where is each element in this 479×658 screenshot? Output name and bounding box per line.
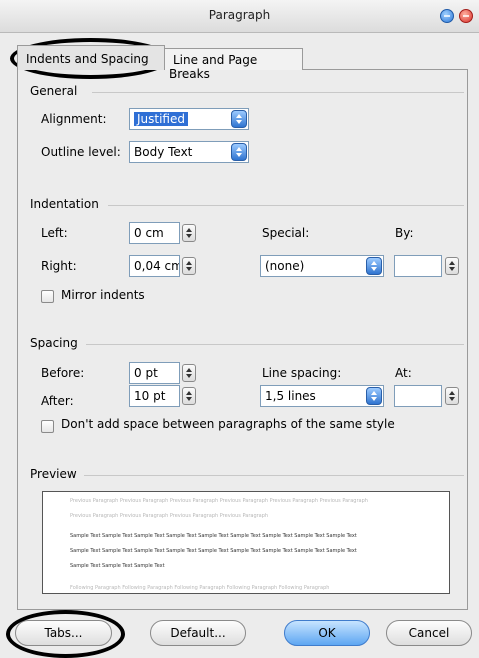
by-stepper[interactable]: [445, 257, 459, 275]
mirror-indents-label: Mirror indents: [61, 288, 145, 302]
left-indent-stepper[interactable]: [182, 224, 196, 242]
after-input[interactable]: 10 pt: [129, 385, 180, 407]
chevron-updown-icon: [231, 143, 247, 161]
section-preview: Preview: [30, 467, 77, 481]
before-input[interactable]: 0 pt: [129, 362, 180, 384]
preview-sample-line: Sample Text Sample Text Sample Text: [70, 563, 165, 569]
after-label: After:: [41, 394, 74, 408]
outline-level-value: Body Text: [134, 145, 193, 159]
at-stepper[interactable]: [445, 387, 459, 405]
chevron-updown-icon: [231, 110, 247, 128]
section-divider: [86, 344, 464, 345]
by-label: By:: [395, 226, 414, 240]
close-button[interactable]: [459, 9, 473, 23]
preview-previous-line: Previous Paragraph Previous Paragraph Pr…: [70, 498, 368, 504]
preview-following-line: Following Paragraph Following Paragraph …: [70, 585, 330, 591]
at-input[interactable]: [394, 385, 442, 407]
paragraph-dialog: Paragraph Line and Page Breaks Indents a…: [0, 0, 479, 658]
special-select[interactable]: (none): [260, 255, 384, 277]
section-general: General: [30, 84, 78, 98]
left-indent-input[interactable]: 0 cm: [129, 222, 180, 244]
default-button[interactable]: Default...: [150, 620, 246, 646]
cancel-button[interactable]: Cancel: [386, 620, 472, 646]
minimize-button[interactable]: [440, 9, 454, 23]
alignment-value: Justified: [134, 112, 188, 126]
mirror-indents-checkbox[interactable]: [41, 290, 54, 303]
outline-level-select[interactable]: Body Text: [129, 141, 249, 163]
special-value: (none): [265, 259, 305, 273]
title-bar: Paragraph: [0, 0, 479, 33]
at-label: At:: [395, 366, 412, 380]
after-stepper[interactable]: [182, 387, 196, 405]
preview-sample-line: Sample Text Sample Text Sample Text Samp…: [70, 548, 357, 554]
chevron-updown-icon: [366, 257, 382, 275]
special-label: Special:: [262, 226, 310, 240]
alignment-label: Alignment:: [41, 112, 107, 126]
chevron-updown-icon: [366, 387, 382, 405]
section-indentation: Indentation: [30, 197, 99, 211]
annotation-circle-tabs-button: [6, 610, 125, 658]
right-indent-stepper[interactable]: [182, 257, 196, 275]
tab-line-and-page-breaks[interactable]: Line and Page Breaks: [160, 48, 303, 81]
tab-indents-and-spacing[interactable]: Indents and Spacing: [17, 45, 165, 70]
left-indent-label: Left:: [41, 226, 68, 240]
ok-button[interactable]: OK: [284, 620, 370, 646]
by-input[interactable]: [394, 255, 442, 277]
paragraph-preview: Previous Paragraph Previous Paragraph Pr…: [42, 491, 450, 594]
right-indent-input[interactable]: 0,04 cm: [129, 255, 180, 277]
alignment-select[interactable]: Justified: [129, 108, 249, 130]
line-spacing-label: Line spacing:: [262, 366, 342, 380]
line-spacing-select[interactable]: 1,5 lines: [260, 385, 384, 407]
section-divider: [108, 205, 464, 206]
section-spacing: Spacing: [30, 336, 78, 350]
line-spacing-value: 1,5 lines: [265, 389, 316, 403]
window-title: Paragraph: [208, 8, 271, 22]
preview-previous-line: Previous Paragraph Previous Paragraph Pr…: [70, 513, 269, 519]
right-indent-label: Right:: [41, 259, 77, 273]
before-label: Before:: [41, 366, 85, 380]
before-stepper[interactable]: [182, 364, 196, 382]
outline-level-label: Outline level:: [41, 145, 121, 159]
preview-sample-line: Sample Text Sample Text Sample Text Samp…: [70, 533, 357, 539]
dont-add-space-label: Don't add space between paragraphs of th…: [61, 417, 395, 431]
section-divider: [84, 475, 464, 476]
tab-label: Indents and Spacing: [26, 52, 149, 66]
dont-add-space-checkbox[interactable]: [41, 420, 54, 433]
section-divider: [92, 92, 464, 93]
